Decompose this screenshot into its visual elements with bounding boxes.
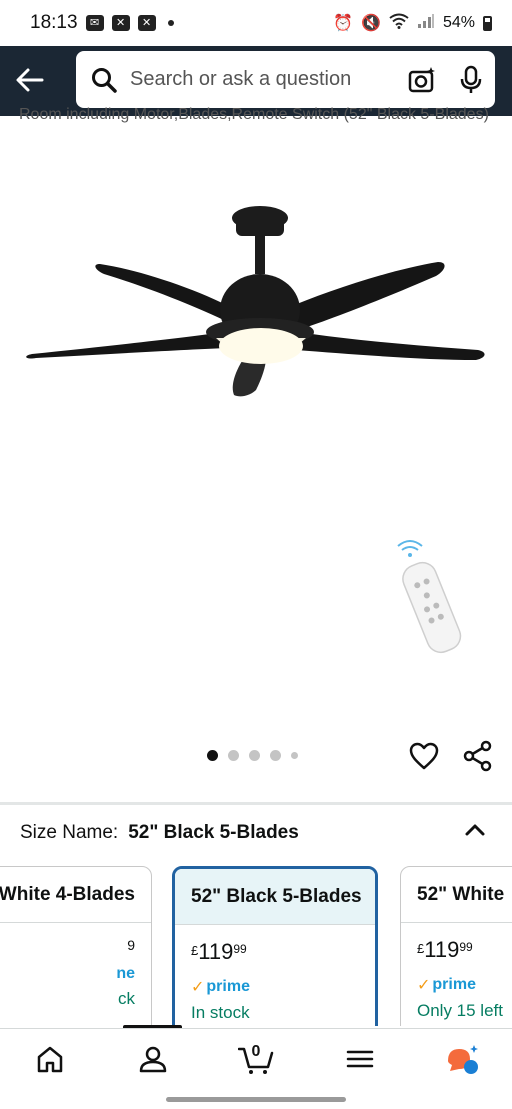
arrow-left-icon	[16, 68, 44, 92]
product-image[interactable]	[0, 170, 512, 730]
nav-account[interactable]	[138, 1043, 168, 1075]
microphone-icon[interactable]	[459, 65, 483, 95]
search-input[interactable]: Search or ask a question	[130, 68, 407, 91]
page-dot[interactable]	[270, 750, 281, 761]
nav-rufus[interactable]	[444, 1043, 480, 1075]
account-icon	[139, 1046, 167, 1073]
battery-icon	[483, 15, 492, 31]
variant-card[interactable]: 52" White £11999 ✓ prime Only 15 left	[400, 866, 512, 1026]
nav-cart[interactable]: 0	[237, 1043, 274, 1075]
variant-name: 52" White	[401, 867, 512, 923]
nav-menu[interactable]	[345, 1043, 375, 1075]
heart-icon	[409, 742, 439, 770]
chevron-up-icon	[465, 824, 485, 836]
search-icon	[92, 67, 117, 93]
rufus-icon	[448, 1045, 478, 1074]
section-divider	[0, 802, 512, 805]
page-dot[interactable]	[291, 752, 298, 759]
mute-icon: 🔇	[361, 15, 381, 32]
page-dot[interactable]	[207, 750, 218, 761]
status-time: 18:13	[30, 12, 78, 33]
variant-name: White 4-Blades	[0, 867, 151, 923]
bottom-nav: 0	[0, 1028, 512, 1090]
variant-carousel: White 4-Blades 9 ne ck 52" Black 5-Blade…	[0, 866, 512, 1026]
collapse-button[interactable]	[462, 818, 488, 842]
menu-icon	[346, 1050, 374, 1068]
variant-price: £11999	[417, 937, 473, 962]
stock-status: ck	[118, 989, 135, 1008]
image-pagination	[207, 750, 298, 761]
prime-badge: ✓ prime	[191, 978, 250, 996]
prime-check-icon: ✓	[417, 977, 431, 994]
outlook-notification-icon: ✉	[85, 15, 104, 31]
alarm-icon: ⏰	[333, 15, 354, 32]
signal-icon	[417, 13, 435, 34]
back-button[interactable]	[14, 64, 46, 96]
variant-price: £11999	[191, 939, 247, 964]
variant-card-selected[interactable]: 52" Black 5-Blades £11999 ✓ prime In stoc…	[172, 866, 378, 1026]
variant-card[interactable]: White 4-Blades 9 ne ck	[0, 866, 152, 1026]
cart-count: 0	[251, 1043, 261, 1060]
battery-percent: 54%	[442, 14, 475, 31]
search-bar[interactable]: Search or ask a question	[76, 51, 495, 108]
size-label: Size Name:	[20, 822, 119, 843]
prime-check-icon: ✓	[191, 979, 205, 996]
variant-name: 52" Black 5-Blades	[175, 869, 375, 925]
stock-status: Only 15 left	[417, 1001, 503, 1020]
camera-search-icon[interactable]	[407, 65, 437, 95]
system-home-indicator	[166, 1097, 346, 1102]
more-notifications-icon	[167, 20, 174, 26]
stock-status: In stock	[191, 1003, 250, 1022]
app-notification-icon-2: ✕	[137, 15, 156, 31]
home-icon	[37, 1046, 63, 1073]
share-icon	[463, 740, 492, 772]
app-notification-icon: ✕	[111, 15, 130, 31]
share-button[interactable]	[462, 740, 494, 772]
page-dot[interactable]	[249, 750, 260, 761]
wifi-icon	[389, 13, 409, 34]
wishlist-button[interactable]	[408, 740, 440, 772]
size-selector: Size Name: 52" Black 5-Blades	[20, 822, 299, 844]
size-value: 52" Black 5-Blades	[128, 822, 299, 843]
status-bar: 18:13 ✉ ✕ ✕ ⏰ 🔇 54%	[0, 0, 512, 46]
prime-badge: ✓ prime	[417, 976, 476, 994]
remote-control-image	[397, 540, 462, 654]
product-title: Room including Motor,Blades,Remote Switc…	[19, 106, 489, 123]
variant-price: 9	[127, 937, 135, 953]
page-dot[interactable]	[228, 750, 239, 761]
nav-home[interactable]	[35, 1043, 65, 1075]
prime-badge: ne	[116, 965, 135, 982]
